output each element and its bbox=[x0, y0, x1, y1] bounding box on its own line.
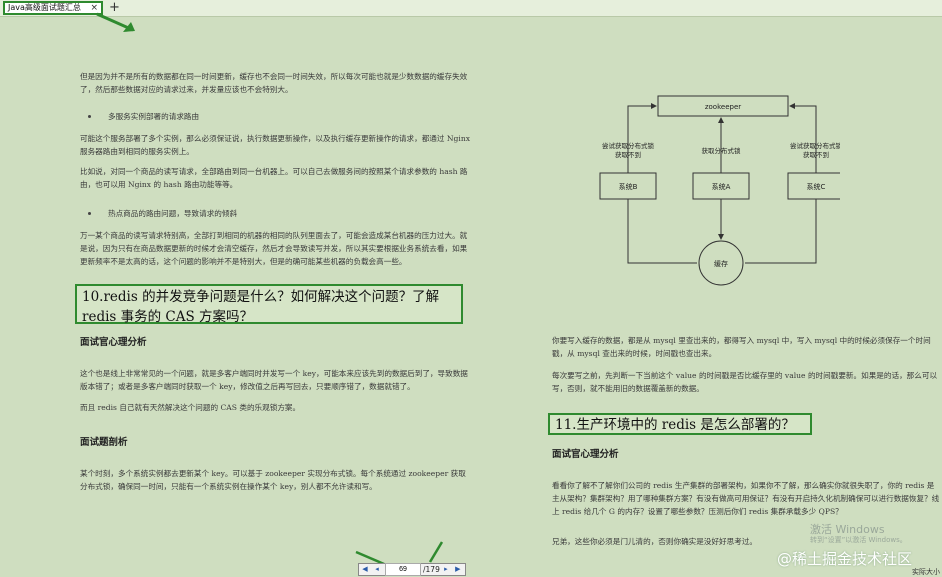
right-para-2: 每次要写之前，先判断一下当前这个 value 的时间戳是否比缓存里的 value… bbox=[552, 371, 938, 393]
left-para-2: 可能这个服务部署了多个实例，那么必须保证说，执行数据更新操作，以及执行缓存更新操… bbox=[80, 134, 471, 156]
system-a-label: 系统A bbox=[712, 182, 731, 191]
status-bar: 实际大小 bbox=[780, 567, 942, 577]
right-para-1: 你要写入缓存的数据，都是从 mysql 里查出来的，都得写入 mysql 中，写… bbox=[552, 336, 931, 358]
last-page-button[interactable]: ▶ bbox=[452, 564, 464, 575]
new-tab-button[interactable]: + bbox=[109, 0, 120, 15]
try-lock-right-line1: 尝试获取分布式锁 bbox=[790, 141, 840, 150]
prev-page-button[interactable]: ◂ bbox=[371, 564, 383, 575]
page-number-input[interactable] bbox=[385, 563, 421, 576]
try-lock-left-line2: 获取不到 bbox=[615, 150, 641, 159]
page-total: /179 bbox=[423, 565, 440, 574]
right-heading-analysis: 面试官心理分析 bbox=[552, 449, 619, 460]
zookeeper-lock-diagram: zookeeper 系统B 系统A 系统C 缓存 尝试获取分布式锁 获取不到 获… bbox=[599, 95, 840, 286]
get-lock-label: 获取分布式锁 bbox=[702, 146, 742, 155]
system-c-label: 系统C bbox=[807, 182, 826, 191]
left-heading-analysis: 面试官心理分析 bbox=[80, 337, 147, 348]
question-10-heading: 10.redis 的并发竞争问题是什么？如何解决这个问题？了解 redis 事务… bbox=[75, 284, 463, 325]
juejin-watermark: @稀土掘金技术社区 bbox=[777, 550, 913, 568]
left-para-7: 某个时刻，多个系统实例都去更新某个 key。可以基于 zookeeper 实现分… bbox=[80, 469, 466, 491]
first-page-button[interactable]: ◀ bbox=[359, 564, 371, 575]
try-lock-left-line1: 尝试获取分布式锁 bbox=[602, 141, 655, 150]
cache-label: 缓存 bbox=[714, 259, 728, 268]
left-para-5: 这个也是线上非常常见的一个问题，就是多客户端同时并发写一个 key，可能本来应该… bbox=[80, 369, 468, 391]
document-tab-title: Java高级面试题汇总 bbox=[8, 3, 81, 12]
left-heading-breakdown: 面试题剖析 bbox=[80, 437, 128, 448]
question-11-heading: 11.生产环境中的 redis 是怎么部署的？ bbox=[548, 413, 812, 435]
bullet-routing: 多服务实例部署的请求路由 bbox=[108, 112, 200, 121]
page-navigation: ◀ ◂ /179 ▸ ▶ bbox=[358, 563, 466, 576]
document-tab[interactable]: Java高级面试题汇总 × bbox=[3, 1, 103, 15]
bullet-hotspot: 热点商品的路由问题，导致请求的倾斜 bbox=[108, 209, 238, 218]
activate-windows-hint: 转到“设置”以激活 Windows。 bbox=[810, 536, 907, 544]
system-b-label: 系统B bbox=[619, 182, 638, 191]
tab-bar: Java高级面试题汇总 × + bbox=[0, 0, 942, 17]
left-para-1: 但是因为并不是所有的数据都在同一时间更新，缓存也不会同一时间失效，所以每次可能也… bbox=[80, 72, 468, 94]
zoom-actual-size-button[interactable]: 实际大小 bbox=[912, 567, 940, 577]
bullet-dot bbox=[88, 115, 91, 118]
close-tab-icon[interactable]: × bbox=[90, 3, 98, 13]
left-para-4: 万一某个商品的读写请求特别高，全部打到相同的机器的相同的队列里面去了，可能会造成… bbox=[80, 231, 468, 266]
right-para-3: 看看你了解不了解你们公司的 redis 生产集群的部署架构，如果你不了解，那么确… bbox=[552, 481, 940, 516]
zookeeper-label: zookeeper bbox=[705, 103, 741, 111]
bullet-dot bbox=[88, 212, 91, 215]
try-lock-right-line2: 获取不到 bbox=[803, 150, 829, 159]
next-page-button[interactable]: ▸ bbox=[440, 564, 452, 575]
left-para-3: 比如说，对同一个商品的读写请求，全部路由到同一台机器上。可以自己去做服务间的按照… bbox=[80, 167, 468, 189]
left-para-6: 而且 redis 自己就有天然解决这个问题的 CAS 类的乐观锁方案。 bbox=[80, 403, 301, 412]
